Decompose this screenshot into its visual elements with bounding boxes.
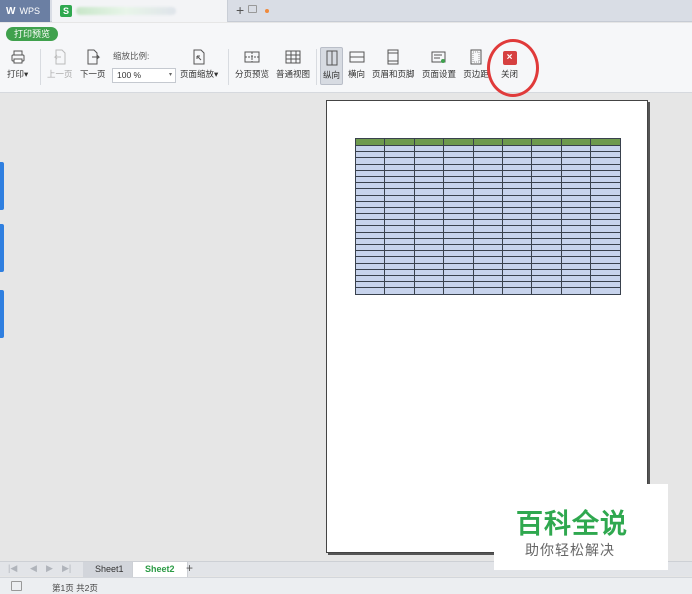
table-cell [384,287,415,295]
add-sheet-button[interactable]: + [186,561,193,575]
table-cell [384,138,415,146]
print-button[interactable]: 打印▾ [7,49,28,80]
prev-page-icon [53,49,66,65]
table-cell [472,138,503,146]
table-cell [531,138,562,146]
table-cell [354,287,386,295]
margins-button[interactable]: 页边距 [462,49,490,80]
landscape-page-icon [349,51,364,63]
document-tab[interactable]: S [52,0,269,22]
next-sheet-icon[interactable]: ▶ [46,563,53,574]
page-break-icon [244,51,260,63]
last-sheet-icon[interactable]: ▶| [62,563,71,574]
landscape-button[interactable]: 横向 [348,49,365,80]
portrait-page-icon [326,50,337,66]
spreadsheet-icon: S [60,5,72,17]
preview-spreadsheet-table [354,138,621,295]
portrait-button[interactable]: 纵向 [320,47,344,85]
table-cell [560,138,592,146]
table-cell [413,138,445,146]
title-bar: W WPS S + [0,0,692,22]
zoom-value: 100 % [117,70,142,80]
landscape-label: 横向 [348,69,366,79]
margins-icon [470,49,482,65]
normal-view-label: 普通视图 [276,69,311,79]
wps-home-tab[interactable]: W WPS [0,0,50,22]
left-accent-bar [0,224,4,272]
wps-tab-label: WPS [19,6,40,16]
chevron-down-icon: ▾ [168,72,172,78]
table-header-row [354,138,621,146]
table-cell [443,287,474,295]
table-cell [413,287,445,295]
table-cell [590,138,621,146]
wps-logo-icon: W [6,5,16,17]
header-footer-label: 页眉和页脚 [372,69,415,79]
table-cell [531,287,562,295]
prev-sheet-icon[interactable]: ◀ [30,563,37,574]
left-accent-bar [0,162,4,210]
prev-page-button[interactable]: 上一页 [47,49,73,80]
printer-icon [11,50,25,64]
separator [40,49,41,85]
grid-view-icon [285,50,301,64]
portrait-label: 纵向 [323,70,341,80]
document-name-blurred [76,7,176,15]
sheet-tab-sheet2[interactable]: Sheet2 [132,562,188,577]
unsaved-dot-icon [265,9,269,13]
normal-view-button[interactable]: 普通视图 [276,49,310,80]
new-tab-button[interactable]: + [236,2,244,18]
page-scale-button[interactable]: 页面缩放▾ [180,49,218,80]
watermark: 百科全说 助你轻松解决 [494,484,668,570]
sheet-tab-sheet1[interactable]: Sheet1 [83,562,136,577]
prev-page-label: 上一页 [47,69,73,79]
highlight-circle [487,39,539,97]
table-cell [560,287,592,295]
table-cell [443,138,474,146]
status-page-icon[interactable] [11,581,22,591]
margins-label: 页边距 [463,69,489,79]
zoom-select[interactable]: 100 % ▾ [112,68,176,83]
page-scale-icon [193,49,205,65]
next-page-label: 下一页 [80,69,106,79]
separator [228,49,229,85]
watermark-title: 百科全说 [516,509,628,540]
watermark-subtitle: 助你轻松解决 [525,543,615,559]
header-footer-button[interactable]: 页眉和页脚 [372,49,415,80]
table-cell [354,138,386,146]
next-page-icon [87,49,100,65]
page-info: 第1页 共2页 [52,583,98,593]
header-footer-icon [387,49,399,65]
zoom-ratio-label: 缩放比例: [113,51,150,61]
print-preview-badge[interactable]: 打印预览 [6,27,59,41]
next-page-button[interactable]: 下一页 [80,49,106,80]
table-cell [501,287,533,295]
status-bar: 第1页 共2页 [0,577,692,594]
page-setup-button[interactable]: 页面设置 [422,49,456,80]
table-cell [590,287,621,295]
page-setup-label: 页面设置 [422,69,457,79]
table-cell [472,287,503,295]
monitor-icon[interactable] [248,5,257,13]
page-setup-icon [431,51,446,63]
page-break-preview-button[interactable]: 分页预览 [235,49,269,80]
separator [316,49,317,85]
page-break-preview-label: 分页预览 [235,69,270,79]
table-cell [501,138,533,146]
left-accent-bar [0,290,4,338]
print-preview-toolbar: 打印预览 打印▾ 上一页 下一页 缩放比例: 100 % ▾ 页面缩放▾ 分页预… [0,23,692,97]
first-sheet-icon[interactable]: |◀ [8,563,17,574]
page-scale-label: 页面缩放 [180,69,215,79]
print-dropdown-icon: ▾ [24,69,29,79]
page-scale-dropdown-icon: ▾ [214,69,219,79]
print-label: 打印 [7,69,25,79]
table-row [354,287,621,295]
